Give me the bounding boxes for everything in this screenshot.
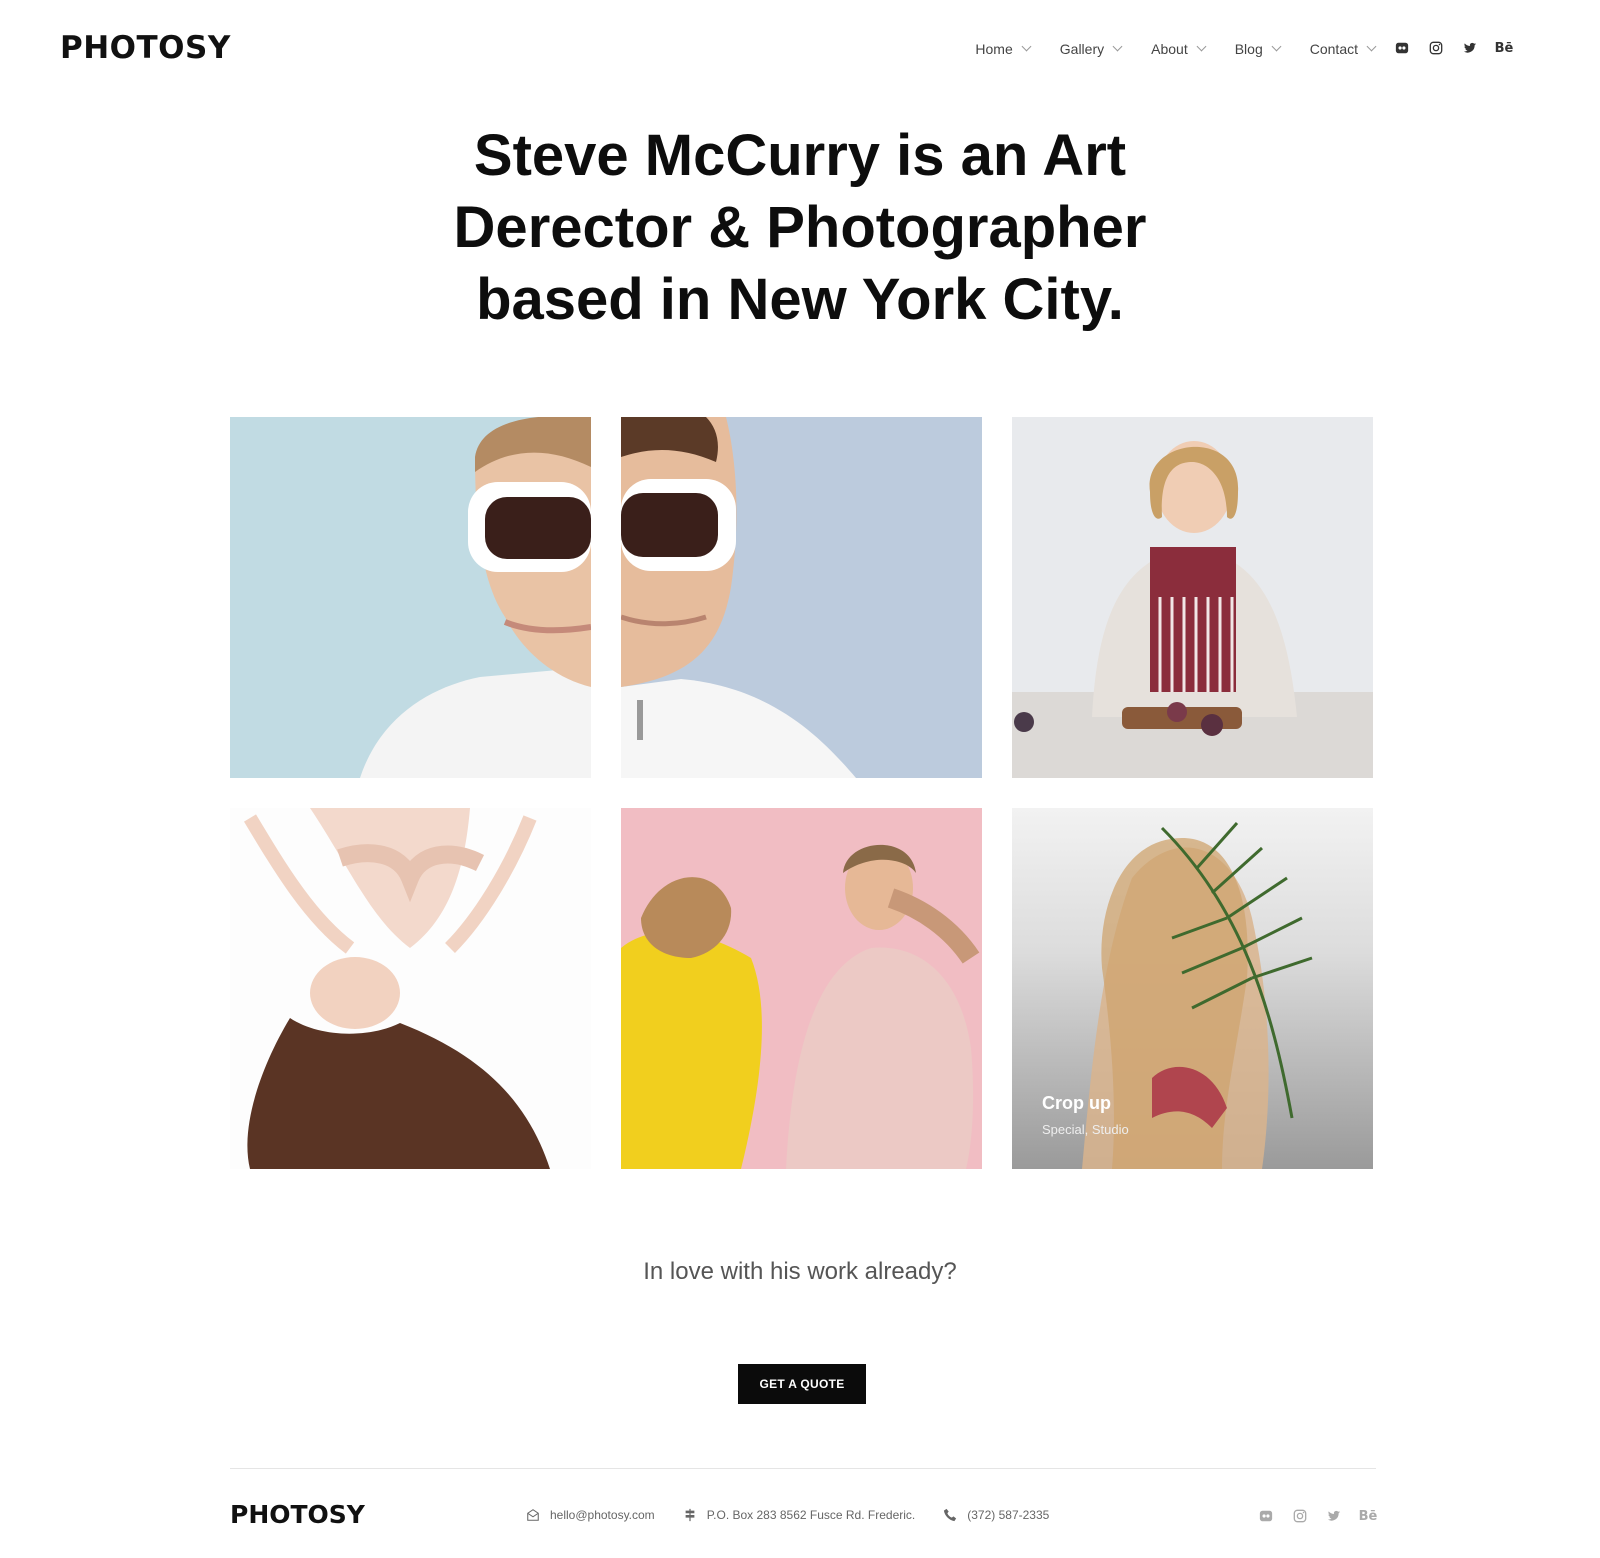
gallery-item-couple-pink[interactable] [621,808,982,1169]
nav-contact-label: Contact [1309,41,1358,57]
chevron-down-icon [1196,41,1207,52]
footer-address: P.O. Box 283 8562 Fusce Rd. Frederic. [683,1508,916,1522]
nav-about[interactable]: About [1151,41,1207,57]
nav-contact[interactable]: Contact [1309,41,1377,57]
featured-categories: Special, Studio [1042,1122,1129,1137]
nav-home[interactable]: Home [975,41,1032,57]
nav-about-label: About [1151,41,1188,57]
lying-woman-photo [243,808,551,1169]
nav-blog[interactable]: Blog [1234,41,1282,57]
couple-pink-photo [621,844,980,1169]
header-social-links: Bē [1394,40,1514,56]
chevron-down-icon [1021,41,1032,52]
gallery-item-goggles-woman[interactable] [230,417,591,778]
footer-address-text: P.O. Box 283 8562 Fusce Rd. Frederic. [706,1508,916,1522]
flickr-icon[interactable] [1258,1508,1274,1524]
main-nav: Home Gallery About Blog Contact [975,41,1377,57]
goggles-man-photo [621,417,856,778]
nav-gallery-label: Gallery [1059,41,1105,57]
twitter-icon[interactable] [1462,40,1478,56]
instagram-icon[interactable] [1292,1508,1308,1524]
flickr-icon[interactable] [1394,40,1410,56]
instagram-icon[interactable] [1428,40,1444,56]
nav-home-label: Home [975,41,1013,57]
signpost-icon [685,1508,695,1522]
hero-line-2: Derector & Photographer [453,195,1147,260]
behance-icon[interactable]: Bē [1495,40,1514,56]
gallery-item-lying-woman[interactable] [230,808,591,1169]
featured-title: Crop up [1042,1093,1111,1113]
chevron-down-icon [1271,41,1282,52]
apron-girl-photo [1012,441,1373,778]
site-logo[interactable]: PHOTOSY [60,30,231,66]
gallery-item-goggles-man[interactable] [621,417,982,778]
footer-phone-text: (372) 587-2335 [967,1508,1050,1522]
hero-line-1: Steve McCurry is an Art [473,123,1127,188]
palm-leaf-woman-photo [1082,822,1313,1169]
goggles-woman-photo [360,417,591,778]
hero-headline: Steve McCurry is an Art Derector & Photo… [400,120,1200,336]
footer-divider [230,1468,1376,1469]
mail-icon [527,1509,539,1521]
footer-phone[interactable]: (372) 587-2335 [943,1508,1049,1522]
phone-icon [944,1508,957,1522]
footer-email[interactable]: hello@photosy.com [526,1508,655,1522]
footer-contact-info: hello@photosy.com P.O. Box 283 8562 Fusc… [526,1508,1049,1522]
gallery-item-apron-girl[interactable] [1012,417,1373,778]
get-quote-button[interactable]: GET A QUOTE [738,1364,866,1404]
cta-text: In love with his work already? [643,1258,957,1285]
footer-email-text: hello@photosy.com [550,1508,655,1522]
nav-blog-label: Blog [1234,41,1263,57]
site-header: PHOTOSY Home Gallery About Blog Contact [0,0,1600,100]
portfolio-gallery: Crop up Special, Studio [230,417,1376,1169]
nav-gallery[interactable]: Gallery [1059,41,1123,57]
chevron-down-icon [1366,41,1377,52]
gallery-item-featured[interactable]: Crop up Special, Studio [1012,808,1373,1169]
behance-icon[interactable]: Bē [1359,1508,1378,1524]
twitter-icon[interactable] [1326,1508,1342,1524]
hero-line-3: based in New York City. [476,267,1124,332]
footer-logo[interactable]: PHOTOSY [230,1500,365,1529]
footer-social-links: Bē [1258,1508,1378,1524]
chevron-down-icon [1112,41,1123,52]
